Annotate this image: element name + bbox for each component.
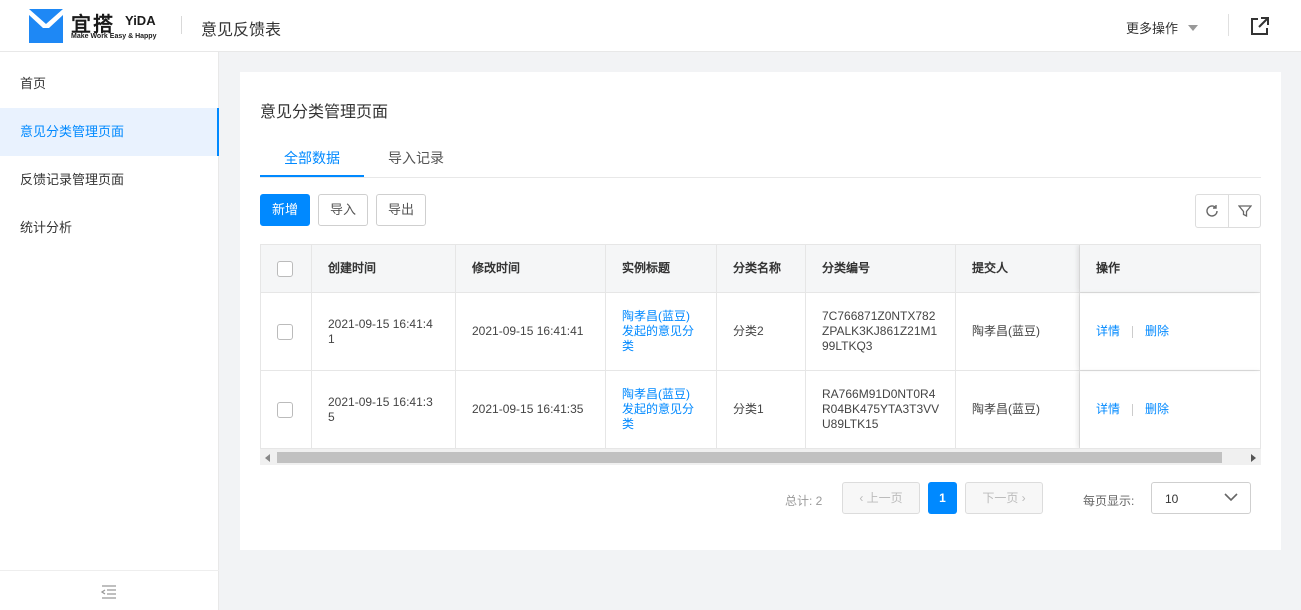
cell-created: 2021-09-15 16:41:35: [312, 371, 456, 448]
tab-active-indicator: [260, 175, 364, 177]
row-checkbox[interactable]: [277, 323, 293, 340]
action-separator: [1132, 325, 1134, 338]
col-header-category-name[interactable]: 分类名称: [717, 245, 806, 292]
col-header-title[interactable]: 实例标题: [606, 245, 717, 292]
instance-title-link[interactable]: 陶孝昌(蓝豆)发起的意见分类: [622, 387, 696, 432]
cell-category-code: RA766M91D0NT0R4R04BK475YTA3T3VVU89LTK15: [806, 371, 956, 448]
select-all-cell: [261, 245, 312, 292]
app-title: 意见反馈表: [201, 22, 282, 39]
filter-button[interactable]: [1228, 195, 1260, 227]
detail-link[interactable]: 详情: [1096, 324, 1120, 339]
per-page-label: 每页显示:: [1083, 494, 1135, 508]
filter-icon: [1237, 205, 1252, 218]
page-title: 意见分类管理页面: [260, 104, 389, 121]
col-header-modified[interactable]: 修改时间: [456, 245, 606, 292]
delete-link[interactable]: 删除: [1145, 402, 1169, 417]
prev-page-label: 上一页: [866, 491, 903, 505]
row-select-cell: [261, 293, 312, 370]
data-table: 创建时间 修改时间 实例标题 分类名称 分类编号 提交人 操作 2021-09-…: [260, 244, 1261, 464]
row-select-cell: [261, 371, 312, 448]
page-number-current[interactable]: 1: [928, 482, 957, 514]
sidebar-item-feedback-records[interactable]: 反馈记录管理页面: [0, 156, 219, 204]
sidebar-footer: [0, 570, 219, 610]
cell-created: 2021-09-15 16:41:41: [312, 293, 456, 370]
cell-title: 陶孝昌(蓝豆)发起的意见分类: [606, 371, 717, 448]
refresh-button[interactable]: [1196, 195, 1228, 227]
open-external-icon[interactable]: [1249, 15, 1271, 37]
more-operations-dropdown[interactable]: 更多操作: [1126, 18, 1199, 37]
col-header-submitter[interactable]: 提交人: [956, 245, 1080, 292]
next-page-label: 下一页: [982, 491, 1019, 505]
header-divider: [181, 16, 182, 34]
instance-title-link[interactable]: 陶孝昌(蓝豆)发起的意见分类: [622, 309, 696, 354]
action-separator: [1132, 403, 1134, 416]
table-header-row: 创建时间 修改时间 实例标题 分类名称 分类编号 提交人 操作: [261, 245, 1260, 293]
chevron-right-icon: ›: [1021, 491, 1026, 505]
chevron-left-icon: ‹: [859, 491, 864, 505]
select-all-checkbox[interactable]: [277, 260, 293, 277]
col-header-created[interactable]: 创建时间: [312, 245, 456, 292]
refresh-icon: [1206, 205, 1218, 217]
tab-import-records[interactable]: 导入记录: [388, 148, 444, 178]
total-count: 总计: 2: [785, 494, 823, 508]
sidebar: 首页 意见分类管理页面 反馈记录管理页面 统计分析: [0, 52, 219, 610]
created-time: 2021-09-15 16:41:41: [328, 316, 433, 346]
cell-category-name: 分类1: [717, 371, 806, 448]
more-operations-label: 更多操作: [1126, 21, 1179, 36]
col-header-category-code[interactable]: 分类编号: [806, 245, 956, 292]
cell-title: 陶孝昌(蓝豆)发起的意见分类: [606, 293, 717, 370]
caret-down-icon: [1188, 24, 1199, 31]
cell-category-code: 7C766871Z0NTX782ZPALK3KJ861Z21M199LTKQ3: [806, 293, 956, 370]
created-time: 2021-09-15 16:41:35: [328, 394, 433, 424]
cell-actions: 详情 删除: [1080, 293, 1260, 370]
delete-link[interactable]: 删除: [1145, 324, 1169, 339]
collapse-sidebar-icon[interactable]: [100, 584, 118, 600]
sidebar-item-home[interactable]: 首页: [0, 60, 219, 108]
export-button[interactable]: 导出: [376, 194, 426, 226]
cell-submitter: 陶孝昌(蓝豆): [956, 293, 1080, 370]
row-checkbox[interactable]: [277, 401, 293, 418]
prev-page-button[interactable]: ‹ 上一页: [842, 482, 920, 514]
table-tools: [1195, 194, 1261, 228]
cell-modified: 2021-09-15 16:41:35: [456, 371, 606, 448]
scroll-right-icon[interactable]: [1251, 454, 1256, 462]
brand-slogan: Make Work Easy & Happy: [71, 33, 157, 40]
horizontal-scrollbar[interactable]: [260, 448, 1261, 465]
cell-actions: 详情 删除: [1080, 371, 1260, 448]
yida-logo-icon[interactable]: [29, 9, 63, 43]
per-page-value: 10: [1165, 492, 1179, 506]
sidebar-item-category-management[interactable]: 意见分类管理页面: [0, 108, 219, 156]
top-header: 宜搭 YiDA Make Work Easy & Happy 意见反馈表 更多操…: [0, 0, 1301, 52]
main-content-card: 意见分类管理页面 全部数据 导入记录 新增 导入 导出 创建时间 修改时间 实例…: [240, 72, 1281, 550]
chevron-down-icon: [1224, 493, 1238, 502]
scrollbar-thumb[interactable]: [277, 452, 1222, 463]
category-code: RA766M91D0NT0R4R04BK475YTA3T3VVU89LTK15: [822, 387, 940, 431]
col-header-actions: 操作: [1080, 245, 1260, 292]
tab-bar: 全部数据 导入记录: [260, 142, 1261, 178]
add-button[interactable]: 新增: [260, 194, 310, 226]
next-page-button[interactable]: 下一页 ›: [965, 482, 1043, 514]
header-divider: [1228, 14, 1229, 36]
brand-name-en: YiDA: [125, 13, 156, 28]
sidebar-item-statistics[interactable]: 统计分析: [0, 204, 219, 252]
cell-modified: 2021-09-15 16:41:41: [456, 293, 606, 370]
per-page-select[interactable]: 10: [1151, 482, 1251, 514]
cell-submitter: 陶孝昌(蓝豆): [956, 371, 1080, 448]
scroll-left-icon[interactable]: [265, 454, 270, 462]
tab-all-data[interactable]: 全部数据: [284, 148, 340, 178]
table-row: 2021-09-15 16:41:35 2021-09-15 16:41:35 …: [261, 371, 1260, 449]
import-button[interactable]: 导入: [318, 194, 368, 226]
category-code: 7C766871Z0NTX782ZPALK3KJ861Z21M199LTKQ3: [822, 309, 938, 353]
detail-link[interactable]: 详情: [1096, 402, 1120, 417]
cell-category-name: 分类2: [717, 293, 806, 370]
table-row: 2021-09-15 16:41:41 2021-09-15 16:41:41 …: [261, 293, 1260, 371]
